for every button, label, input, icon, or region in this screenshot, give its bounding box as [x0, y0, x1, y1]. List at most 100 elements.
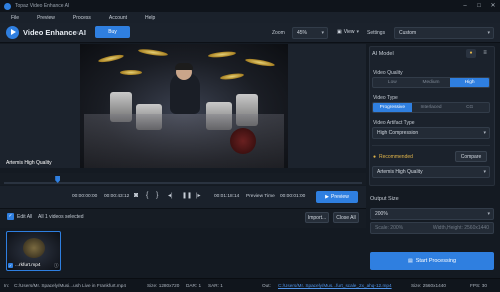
compare-button[interactable]: Compare — [455, 151, 487, 162]
menu-process[interactable]: Process — [73, 15, 91, 21]
type-progressive-option[interactable]: Progressive — [373, 103, 412, 112]
menu-preview[interactable]: Preview — [37, 15, 55, 21]
input-size: Size: 1280x720 — [147, 283, 180, 288]
quality-low-option[interactable]: Low — [373, 78, 412, 87]
divider — [372, 145, 490, 146]
video-type-segmented: Progressive Interlaced CG — [372, 102, 490, 113]
cymbal-shape — [137, 47, 169, 58]
cymbal-shape — [244, 57, 276, 68]
selected-count-text: All 1 videos selected — [38, 214, 84, 220]
camera-icon[interactable]: ◙ — [134, 192, 138, 200]
menu-file[interactable]: File — [11, 15, 19, 21]
start-processing-button[interactable]: ▤ Start Processing — [370, 252, 494, 270]
video-quality-label: Video Quality — [373, 70, 403, 76]
maximize-icon[interactable]: □ — [472, 0, 486, 12]
type-interlaced-option[interactable]: Interlaced — [412, 103, 451, 112]
view-dropdown[interactable]: ▣ View ▾ — [333, 27, 359, 39]
pause-icon[interactable]: ❚❚ — [182, 192, 192, 200]
cymbal-shape — [120, 70, 142, 75]
window-title: Topaz Video Enhance AI — [15, 3, 70, 9]
chevron-down-icon: ▾ — [483, 169, 486, 175]
input-path: C:/Users/Mr. Spacely/Musi...ush Live in … — [14, 283, 127, 288]
play-logo-icon — [6, 26, 19, 39]
cymbal-shape — [207, 50, 237, 59]
lightbulb-icon[interactable]: ● — [466, 49, 476, 58]
chevron-down-icon: ▾ — [321, 30, 324, 36]
video-type-label: Video Type — [373, 95, 398, 101]
output-dims-field: Scale: 200% Width,Height: 2560x1440 — [370, 222, 494, 234]
output-size-value: 200% — [375, 211, 388, 217]
menu-account[interactable]: Account — [109, 15, 127, 21]
quality-medium-option[interactable]: Medium — [412, 78, 451, 87]
output-size: Size: 2560x1440 — [411, 283, 446, 288]
video-frame — [80, 44, 288, 168]
preview-time-value[interactable]: 00:00:01:00 — [280, 194, 305, 199]
menu-help[interactable]: Help — [145, 15, 155, 21]
recommended-icon: ● — [373, 154, 377, 160]
chevron-down-icon: ▾ — [483, 130, 486, 136]
edit-all-label: Edit All — [17, 214, 33, 220]
buy-button[interactable]: Buy — [95, 26, 130, 38]
process-icon: ▤ — [407, 258, 413, 264]
step-forward-icon[interactable]: |▸ — [196, 192, 201, 200]
ai-model-panel — [369, 46, 495, 186]
end-timecode: 00:00:43:12 — [104, 194, 130, 199]
zoom-select[interactable]: 45% ▾ — [292, 27, 328, 39]
cymbal-shape — [219, 72, 245, 81]
output-scale-text: Scale: 200% — [375, 225, 404, 231]
close-all-button[interactable]: Close All — [333, 212, 359, 223]
output-size-select[interactable]: 200% ▾ — [370, 208, 494, 220]
thumbnail-checkbox[interactable]: ✓ — [8, 263, 13, 268]
zoom-value: 45% — [297, 30, 308, 36]
close-icon[interactable]: ✕ — [486, 0, 500, 12]
quality-segmented: Low Medium High — [372, 77, 490, 88]
ai-model-header: AI Model — [372, 51, 394, 57]
view-label: View — [343, 29, 355, 35]
ai-model-select[interactable]: Artemis High Quality ▾ — [372, 166, 490, 178]
preview-model-label: Artemis High Quality — [6, 160, 52, 166]
step-back-icon[interactable]: ◂| — [168, 192, 173, 200]
zoom-label: Zoom — [272, 30, 285, 36]
in-label: In: — [4, 283, 10, 288]
drummer-cap — [175, 63, 193, 70]
ai-model-value: Artemis High Quality — [377, 169, 423, 175]
status-bar: In: C:/Users/Mr. Spacely/Musi...ush Live… — [0, 278, 500, 292]
menu-bar: File Preview Process Account Help — [0, 12, 500, 23]
current-timecode: 00:01:18:14 — [214, 194, 240, 199]
start-timecode: 00:00:00:00 — [72, 194, 98, 199]
chevron-down-icon: ▾ — [487, 30, 490, 36]
preview-button-label: Preview — [331, 194, 349, 200]
settings-label: Settings — [367, 30, 386, 36]
app-logo-icon — [4, 2, 11, 10]
cymbal-shape — [97, 53, 125, 64]
minimize-icon[interactable]: – — [458, 0, 472, 12]
info-icon[interactable]: ⓘ — [54, 263, 59, 269]
output-size-header: Output Size — [370, 196, 399, 202]
recommended-label: Recommended — [379, 154, 413, 160]
chevron-down-icon: ▾ — [487, 211, 490, 217]
settings-preset-value: Custom — [399, 30, 417, 36]
preview-time-label: Preview Time — [246, 194, 275, 199]
mark-in-icon[interactable]: { — [146, 192, 148, 200]
title-bar: Topaz Video Enhance AI – □ ✕ — [0, 0, 500, 12]
chevron-down-icon: ▾ — [356, 29, 359, 35]
settings-preset-select[interactable]: Custom ▾ — [394, 27, 494, 39]
import-button[interactable]: Import... — [305, 212, 329, 223]
out-label: Out: — [262, 283, 271, 288]
edit-all-checkbox[interactable]: ✓ — [7, 213, 14, 220]
artifact-type-value: High Compression — [377, 130, 419, 136]
start-processing-label: Start Processing — [415, 258, 457, 264]
artifact-type-select[interactable]: High Compression ▾ — [372, 127, 490, 139]
thumbnail-filename: ...rkfurt.mp4 — [15, 263, 41, 268]
type-cg-option[interactable]: CG — [450, 103, 489, 112]
quality-high-option[interactable]: High — [450, 78, 489, 87]
output-path-link[interactable]: C:/Users/Mr. Spacely/Mus...furt_scale_2x… — [278, 283, 392, 288]
output-dims-text: Width,Height: 2560x1440 — [432, 225, 489, 231]
preview-icon: ▶ — [325, 194, 330, 200]
mark-out-icon[interactable]: } — [156, 192, 158, 200]
input-sar: SAR: 1 — [208, 283, 223, 288]
menu-icon[interactable]: ≡ — [480, 49, 490, 58]
app-version: v2.6.2 — [74, 30, 87, 35]
preview-button[interactable]: ▶ Preview — [316, 191, 358, 203]
artifact-type-label: Video Artifact Type — [373, 120, 415, 126]
